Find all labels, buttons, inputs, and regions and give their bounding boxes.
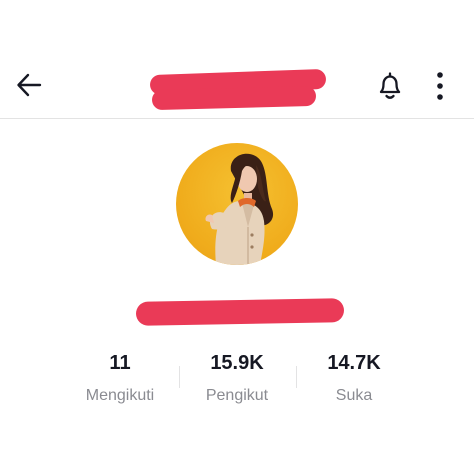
person-photo-icon	[205, 153, 274, 265]
more-options-button[interactable]	[426, 68, 454, 104]
following-stat[interactable]: 11 Mengikuti	[62, 350, 178, 406]
following-count: 11	[109, 352, 131, 374]
likes-count: 14.7K	[327, 352, 381, 374]
bell-icon	[379, 72, 401, 99]
redacted-display-name-mark	[135, 298, 345, 326]
arrow-left-icon	[17, 73, 42, 97]
likes-label: Suka	[335, 387, 373, 404]
top-navigation-bar	[0, 0, 474, 119]
profile-page: 11 Mengikuti 15.9K Pengikut 14.7K Suka	[0, 0, 474, 474]
following-label: Mengikuti	[85, 387, 155, 404]
followers-count: 15.9K	[210, 352, 264, 374]
likes-stat[interactable]: 14.7K Suka	[296, 350, 412, 406]
redacted-username-mark	[151, 85, 317, 111]
profile-stats: 11 Mengikuti 15.9K Pengikut 14.7K Suka	[62, 350, 412, 410]
back-button[interactable]	[12, 68, 46, 102]
followers-stat[interactable]: 15.9K Pengikut	[179, 350, 295, 406]
more-vertical-icon	[437, 72, 443, 100]
profile-avatar[interactable]	[176, 143, 298, 265]
followers-label: Pengikut	[205, 387, 269, 404]
notification-button[interactable]	[372, 68, 408, 104]
